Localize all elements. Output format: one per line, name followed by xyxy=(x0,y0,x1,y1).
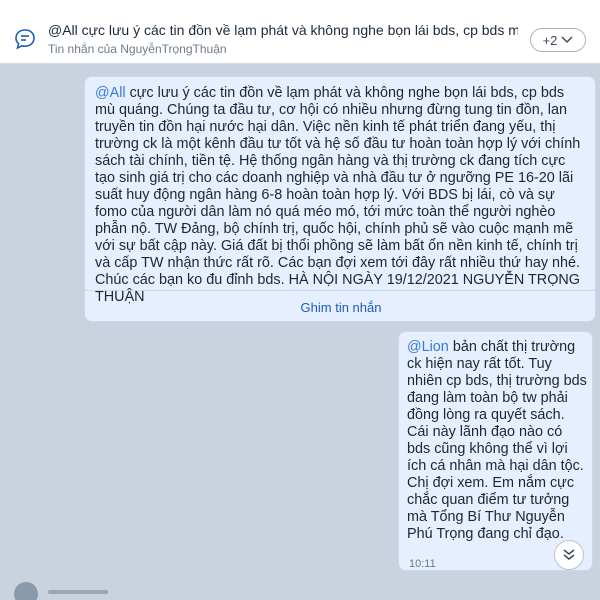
divider xyxy=(85,290,595,291)
pin-message-button[interactable]: Ghim tin nhắn xyxy=(85,299,597,316)
avatar[interactable] xyxy=(14,582,38,600)
double-chevron-down-icon xyxy=(563,549,575,560)
message-body: cực lưu ý các tin đồn về lạm phát và khô… xyxy=(95,85,581,305)
more-pinned-button[interactable]: +2 xyxy=(530,28,586,52)
message-timestamp: 10:11 xyxy=(409,558,436,570)
pinned-message-bar[interactable]: @All cực lưu ý các tin đồn về lạm phát v… xyxy=(0,0,600,64)
message-preview xyxy=(48,590,108,594)
pinned-message-title: @All cực lưu ý các tin đồn về lạm phát v… xyxy=(48,22,518,38)
message-bubble[interactable]: @Lion bản chất thị trường ck hiện nay rấ… xyxy=(398,331,593,571)
chevron-down-icon xyxy=(561,36,573,44)
message-body: bản chất thị trường ck hiện nay rất tốt.… xyxy=(407,339,587,542)
pinned-message-sender: Tin nhắn của NguyễnTrọngThuận xyxy=(48,42,227,56)
mention-link[interactable]: @All xyxy=(95,85,126,101)
chat-bubble-icon xyxy=(14,28,36,50)
more-pinned-count: +2 xyxy=(542,32,558,48)
mention-link[interactable]: @Lion xyxy=(407,339,449,355)
message-bubble[interactable]: @All cực lưu ý các tin đồn về lạm phát v… xyxy=(84,76,596,322)
scroll-to-bottom-button[interactable] xyxy=(554,540,584,570)
message-text: @Lion bản chất thị trường ck hiện nay rấ… xyxy=(407,339,587,543)
message-text: @All cực lưu ý các tin đồn về lạm phát v… xyxy=(95,85,587,306)
